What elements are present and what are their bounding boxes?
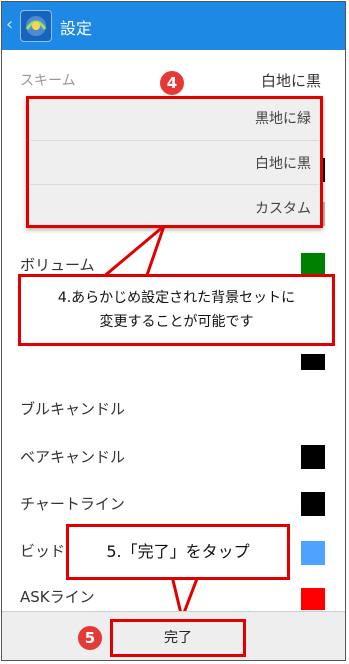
bear-candle-label: ベアキャンドル xyxy=(20,448,126,466)
done-button[interactable]: 完了 xyxy=(110,619,246,657)
bear-candle-color-swatch[interactable] xyxy=(301,445,325,469)
highlight-dropdown xyxy=(26,96,323,228)
bull-candle-label: ブルキャンドル xyxy=(20,400,126,418)
volume-label: ボリューム xyxy=(20,256,95,274)
ask-line-label: ASKライン xyxy=(20,588,95,606)
ask-line-color-swatch[interactable] xyxy=(301,588,325,610)
scheme-label: スキーム xyxy=(20,73,76,89)
chart-line-row[interactable]: チャートライン xyxy=(2,479,345,527)
callout-5: 5.「完了」をタップ xyxy=(66,524,290,580)
bid-label: ビッド xyxy=(20,542,66,560)
scheme-value: 白地に黒 xyxy=(260,72,321,90)
chart-line-label: チャートライン xyxy=(20,495,125,513)
app-bar: ‹ 設定 xyxy=(2,2,345,50)
step-5-badge: 5 xyxy=(78,626,102,650)
app-logo-icon xyxy=(20,10,52,42)
callout-4-line-2: 変更することが可能です xyxy=(99,314,254,330)
page-title: 設定 xyxy=(60,19,93,38)
step-4-badge: 4 xyxy=(160,71,184,95)
bid-color-swatch[interactable] xyxy=(301,541,325,565)
callout-4-pointer xyxy=(102,226,166,278)
callout-4-line-1: 4.あらかじめ設定された背景セットに xyxy=(57,290,296,306)
screenshot-frame: ‹ 設定 スキーム 白地に黒 黒地に緑 白地に黒 カスタム 4 ボリューム 4.… xyxy=(1,1,346,661)
back-icon[interactable]: ‹ xyxy=(6,14,13,35)
callout-4: 4.あらかじめ設定された背景セットに 変更することが可能です xyxy=(18,274,335,346)
hidden-color-swatch[interactable] xyxy=(301,354,325,370)
bull-candle-row[interactable]: ブルキャンドル xyxy=(2,384,345,432)
chart-line-color-swatch[interactable] xyxy=(301,492,325,516)
bear-candle-row[interactable]: ベアキャンドル xyxy=(2,432,345,480)
